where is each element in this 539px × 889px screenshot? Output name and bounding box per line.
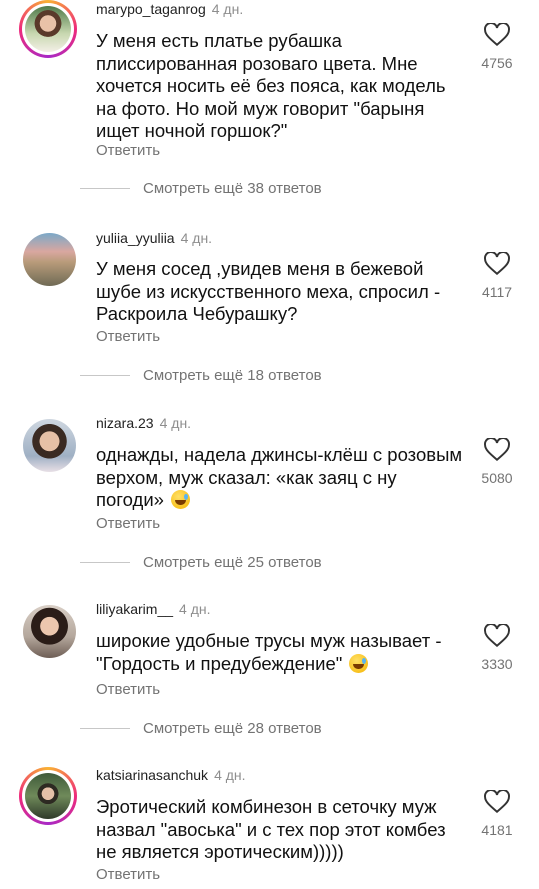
view-more-replies[interactable]: Смотреть ещё 25 ответов: [80, 552, 322, 572]
heart-icon[interactable]: [484, 438, 510, 462]
comment-username[interactable]: yuliia_yyuliia 4 дн.: [96, 230, 212, 246]
tears-of-joy-emoji: [349, 653, 369, 673]
comment-text: У меня сосед ,увидев меня в бежевой шубе…: [96, 258, 441, 324]
view-more-replies[interactable]: Смотреть ещё 38 ответов: [80, 178, 322, 198]
comment-time: 4 дн.: [211, 1, 244, 17]
reply-button[interactable]: Ответить: [96, 142, 160, 159]
comment-username[interactable]: marypo_taganrog 4 дн.: [96, 1, 243, 17]
divider: [80, 374, 130, 376]
comment-username[interactable]: nizara.23 4 дн.: [96, 415, 191, 431]
comment-time: 4 дн.: [159, 415, 192, 431]
reply-button[interactable]: Ответить: [96, 866, 160, 883]
comment-time: 4 дн.: [179, 601, 211, 617]
comment-time: 4 дн.: [180, 230, 213, 246]
heart-icon[interactable]: [484, 23, 510, 47]
divider: [80, 187, 130, 189]
view-more-replies[interactable]: Смотреть ещё 28 ответов: [80, 718, 322, 738]
avatar[interactable]: [23, 605, 76, 658]
comment-username[interactable]: liliyakarim__ 4 дн.: [96, 601, 211, 617]
like-count: 4117: [481, 284, 513, 300]
comment-time: 4 дн.: [214, 767, 246, 783]
comment-text: однажды, надела джинсы-клёш с розовым ве…: [96, 444, 463, 510]
comment-username[interactable]: katsiarinasanchuk 4 дн.: [96, 767, 246, 783]
view-more-replies[interactable]: Смотреть ещё 18 ответов: [80, 365, 322, 385]
heart-icon[interactable]: [484, 790, 510, 814]
like-count: 3330: [481, 656, 513, 672]
reply-button[interactable]: Ответить: [96, 515, 160, 532]
comment-text: У меня есть платье рубашка плиссированна…: [96, 30, 446, 141]
avatar[interactable]: [19, 0, 77, 58]
reply-button[interactable]: Ответить: [96, 681, 160, 698]
heart-icon[interactable]: [484, 252, 510, 276]
avatar[interactable]: [19, 767, 77, 825]
divider: [80, 727, 130, 729]
reply-button[interactable]: Ответить: [96, 328, 160, 345]
heart-icon[interactable]: [484, 624, 510, 648]
avatar[interactable]: [23, 233, 76, 286]
like-count: 5080: [481, 470, 513, 486]
like-count: 4756: [481, 55, 513, 71]
avatar[interactable]: [23, 419, 76, 472]
comment-text: Эротический комбинезон в сеточку муж наз…: [96, 796, 446, 862]
comment-text: широкие удобные трусы муж называет - "Го…: [96, 630, 442, 674]
like-count: 4181: [481, 822, 513, 838]
grinning-sweat-emoji: [171, 490, 191, 509]
divider: [80, 561, 130, 563]
